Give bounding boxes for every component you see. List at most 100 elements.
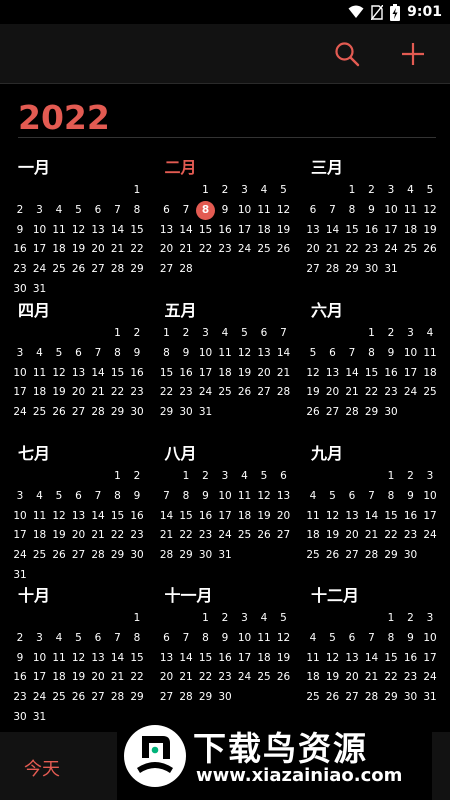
day-cell[interactable]: 2 bbox=[11, 201, 30, 220]
day-cell[interactable]: 24 bbox=[216, 526, 235, 545]
day-cell[interactable]: 29 bbox=[382, 688, 401, 707]
day-cell[interactable]: 1 bbox=[128, 609, 147, 628]
day-cell[interactable]: 30 bbox=[401, 688, 420, 707]
day-cell[interactable]: 8 bbox=[343, 201, 362, 220]
day-cell[interactable]: 29 bbox=[128, 688, 147, 707]
day-cell[interactable]: 2 bbox=[401, 609, 420, 628]
day-cell[interactable]: 24 bbox=[401, 383, 420, 402]
day-cell[interactable]: 14 bbox=[157, 507, 176, 526]
day-cell[interactable]: 16 bbox=[11, 240, 30, 259]
day-cell[interactable]: 16 bbox=[362, 221, 381, 240]
day-cell[interactable]: 24 bbox=[235, 668, 254, 687]
day-cell[interactable]: 25 bbox=[30, 403, 49, 422]
day-cell[interactable]: 5 bbox=[255, 467, 274, 486]
day-cell[interactable]: 13 bbox=[69, 507, 88, 526]
day-cell[interactable]: 23 bbox=[401, 526, 420, 545]
day-cell[interactable]: 25 bbox=[255, 240, 274, 259]
day-cell[interactable]: 30 bbox=[128, 403, 147, 422]
search-button[interactable] bbox=[331, 38, 363, 70]
day-cell[interactable]: 8 bbox=[128, 201, 147, 220]
day-cell[interactable]: 20 bbox=[255, 364, 274, 383]
day-cell[interactable]: 10 bbox=[11, 507, 30, 526]
day-cell[interactable]: 27 bbox=[343, 546, 362, 565]
day-cell[interactable]: 18 bbox=[30, 383, 49, 402]
day-cell[interactable]: 19 bbox=[50, 383, 69, 402]
day-cell[interactable]: 26 bbox=[274, 668, 293, 687]
day-cell[interactable]: 11 bbox=[304, 649, 323, 668]
day-cell[interactable]: 27 bbox=[69, 403, 88, 422]
day-cell[interactable]: 13 bbox=[255, 344, 274, 363]
day-cell[interactable]: 28 bbox=[274, 383, 293, 402]
day-cell[interactable]: 21 bbox=[343, 383, 362, 402]
day-cell[interactable]: 20 bbox=[89, 240, 108, 259]
day-cell[interactable]: 17 bbox=[11, 526, 30, 545]
day-cell[interactable]: 16 bbox=[177, 364, 196, 383]
day-cell[interactable]: 26 bbox=[323, 688, 342, 707]
day-cell[interactable]: 25 bbox=[235, 526, 254, 545]
day-cell[interactable]: 6 bbox=[69, 344, 88, 363]
day-cell[interactable]: 22 bbox=[362, 383, 381, 402]
day-cell[interactable]: 9 bbox=[177, 344, 196, 363]
day-cell[interactable]: 11 bbox=[30, 507, 49, 526]
day-cell[interactable]: 21 bbox=[157, 526, 176, 545]
day-cell[interactable]: 12 bbox=[274, 201, 293, 220]
day-cell[interactable]: 21 bbox=[108, 240, 127, 259]
day-cell[interactable]: 31 bbox=[216, 546, 235, 565]
day-cell[interactable]: 9 bbox=[362, 201, 381, 220]
day-cell[interactable]: 26 bbox=[50, 403, 69, 422]
day-cell[interactable]: 24 bbox=[382, 240, 401, 259]
day-cell[interactable]: 13 bbox=[304, 221, 323, 240]
day-cell[interactable]: 4 bbox=[216, 324, 235, 343]
day-cell[interactable]: 18 bbox=[304, 668, 323, 687]
day-cell[interactable]: 11 bbox=[255, 629, 274, 648]
day-cell[interactable]: 14 bbox=[177, 221, 196, 240]
day-cell[interactable]: 26 bbox=[255, 526, 274, 545]
day-cell[interactable]: 6 bbox=[157, 629, 176, 648]
day-cell[interactable]: 27 bbox=[157, 688, 176, 707]
day-cell[interactable]: 3 bbox=[11, 344, 30, 363]
day-cell[interactable]: 20 bbox=[304, 240, 323, 259]
day-cell[interactable]: 21 bbox=[274, 364, 293, 383]
day-cell[interactable]: 29 bbox=[108, 403, 127, 422]
day-cell[interactable]: 23 bbox=[177, 383, 196, 402]
day-cell[interactable]: 2 bbox=[401, 467, 420, 486]
day-cell[interactable]: 25 bbox=[304, 688, 323, 707]
day-cell[interactable]: 27 bbox=[69, 546, 88, 565]
day-cell[interactable]: 18 bbox=[50, 668, 69, 687]
month-8[interactable]: 八月 1 2 3 4 5 6 7 8 9 10 11 12 13 14 15 16 17 18 19 20 21 22 23 2… bbox=[160, 440, 305, 600]
day-cell[interactable]: 19 bbox=[323, 668, 342, 687]
day-cell[interactable]: 5 bbox=[274, 181, 293, 200]
day-cell[interactable]: 3 bbox=[11, 487, 30, 506]
day-cell[interactable]: 12 bbox=[323, 507, 342, 526]
day-cell[interactable]: 1 bbox=[196, 609, 215, 628]
day-cell[interactable]: 11 bbox=[50, 649, 69, 668]
month-9[interactable]: 九月 1 2 3 4 5 6 7 8 9 10 11 12 13 14 15 16 17 18 19 20 21 22 23 2… bbox=[306, 440, 450, 600]
day-cell[interactable]: 23 bbox=[362, 240, 381, 259]
day-cell[interactable]: 27 bbox=[89, 688, 108, 707]
day-cell[interactable]: 12 bbox=[304, 364, 323, 383]
day-cell[interactable]: 5 bbox=[304, 344, 323, 363]
day-cell[interactable]: 21 bbox=[177, 668, 196, 687]
day-cell[interactable]: 1 bbox=[177, 467, 196, 486]
day-cell[interactable]: 25 bbox=[50, 688, 69, 707]
day-cell[interactable]: 9 bbox=[11, 221, 30, 240]
day-cell[interactable]: 13 bbox=[89, 649, 108, 668]
day-cell[interactable]: 28 bbox=[177, 688, 196, 707]
day-cell[interactable]: 13 bbox=[343, 507, 362, 526]
day-cell[interactable]: 23 bbox=[196, 526, 215, 545]
day-cell[interactable]: 26 bbox=[274, 240, 293, 259]
day-cell[interactable]: 22 bbox=[128, 668, 147, 687]
day-cell[interactable]: 27 bbox=[89, 260, 108, 279]
day-cell[interactable]: 15 bbox=[157, 364, 176, 383]
day-cell[interactable]: 5 bbox=[69, 201, 88, 220]
day-cell[interactable]: 9 bbox=[11, 649, 30, 668]
day-cell[interactable]: 3 bbox=[401, 324, 420, 343]
day-cell[interactable]: 19 bbox=[69, 668, 88, 687]
day-cell[interactable]: 5 bbox=[235, 324, 254, 343]
day-cell[interactable]: 15 bbox=[128, 221, 147, 240]
day-cell[interactable]: 3 bbox=[196, 324, 215, 343]
day-cell[interactable]: 17 bbox=[401, 364, 420, 383]
day-cell[interactable]: 2 bbox=[216, 181, 235, 200]
day-cell[interactable]: 28 bbox=[177, 260, 196, 279]
day-cell[interactable]: 26 bbox=[421, 240, 440, 259]
